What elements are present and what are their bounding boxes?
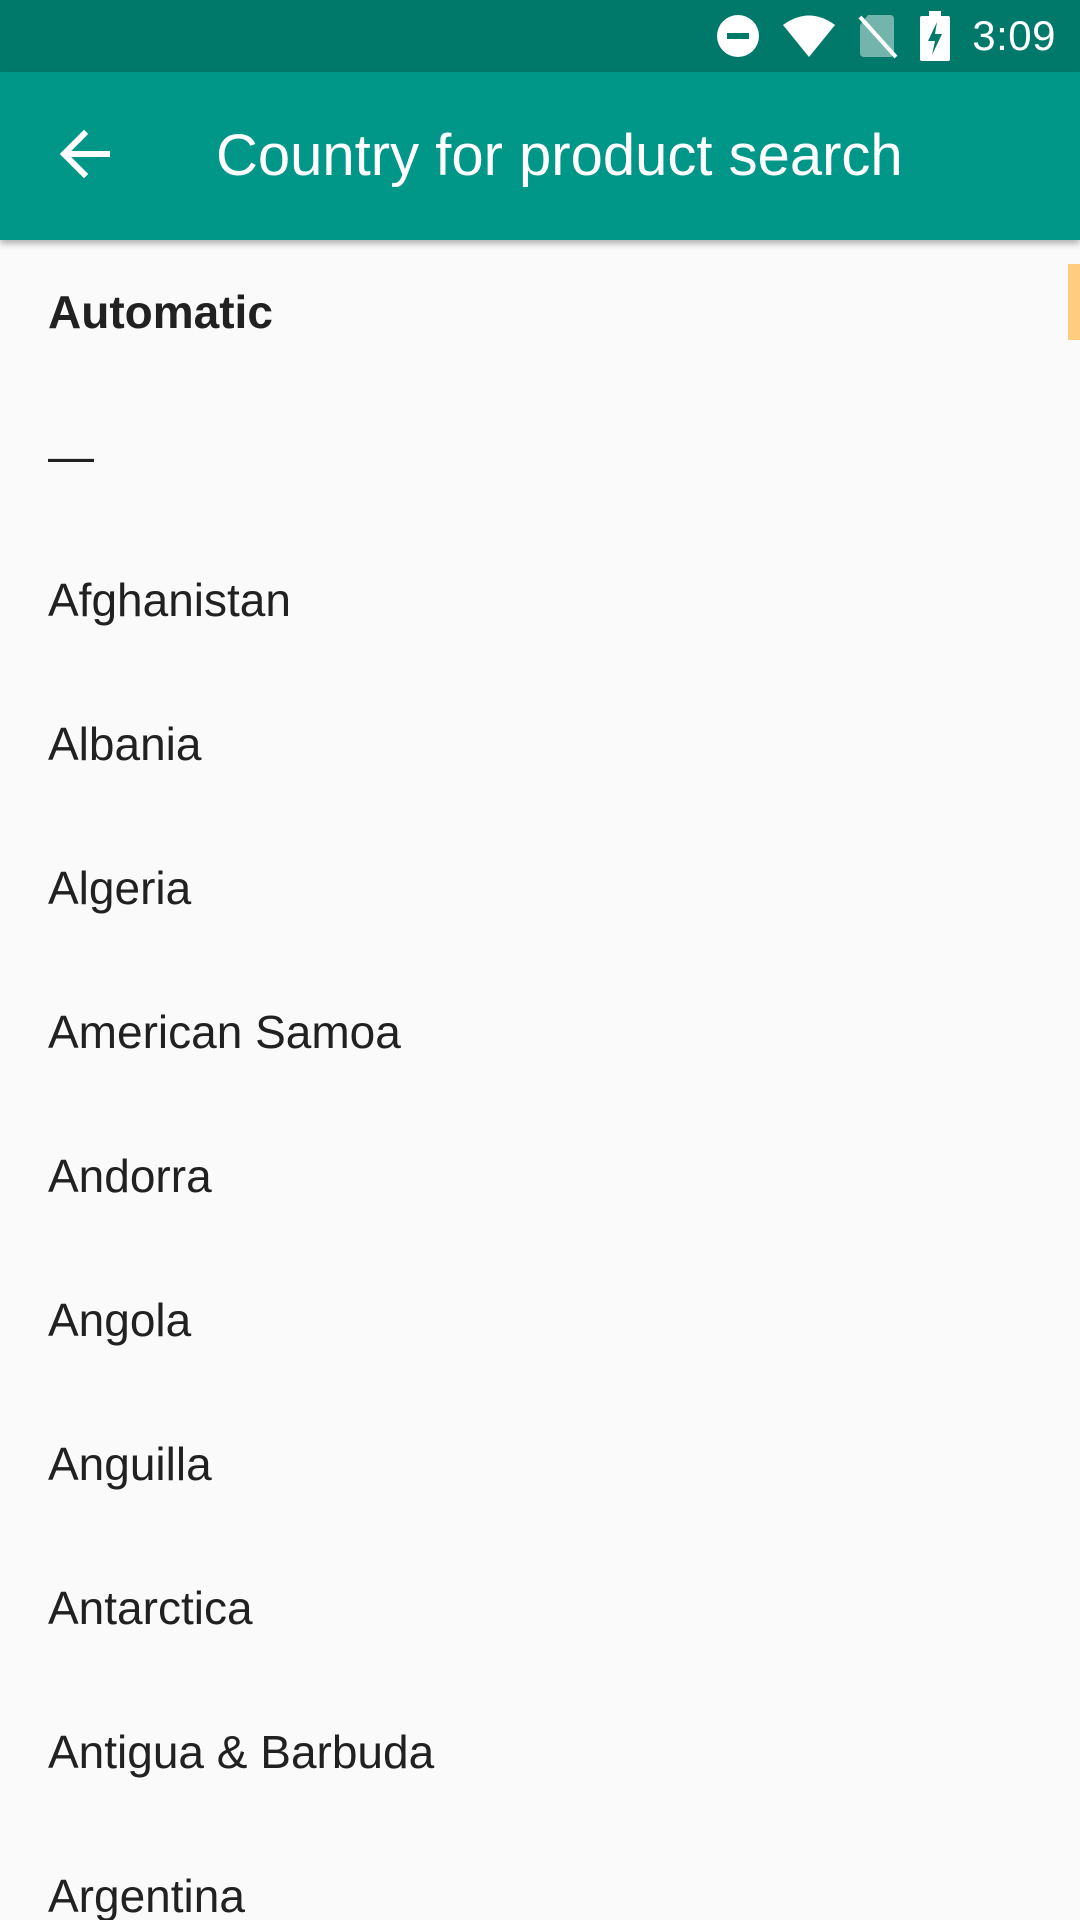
list-item-afghanistan[interactable]: Afghanistan	[0, 528, 1080, 672]
do-not-disturb-icon	[716, 14, 760, 58]
list-item-andorra[interactable]: Andorra	[0, 1104, 1080, 1248]
list-item-automatic[interactable]: Automatic	[0, 240, 1080, 384]
list-item-argentina[interactable]: Argentina	[0, 1824, 1080, 1920]
list-item-angola[interactable]: Angola	[0, 1248, 1080, 1392]
back-button[interactable]	[36, 108, 132, 204]
battery-charging-icon	[920, 11, 951, 61]
list-item-anguilla[interactable]: Anguilla	[0, 1392, 1080, 1536]
list-item-antarctica[interactable]: Antarctica	[0, 1536, 1080, 1680]
country-list[interactable]: Automatic — Afghanistan Albania Algeria …	[0, 240, 1080, 1920]
list-item-algeria[interactable]: Algeria	[0, 816, 1080, 960]
scrollbar-thumb[interactable]	[1068, 264, 1080, 340]
app-bar: Country for product search	[0, 72, 1080, 240]
wifi-icon	[782, 14, 836, 58]
arrow-back-icon	[58, 128, 111, 185]
list-item-albania[interactable]: Albania	[0, 672, 1080, 816]
status-time: 3:09	[972, 12, 1056, 59]
no-sim-icon	[858, 13, 898, 59]
page-title: Country for product search	[216, 123, 903, 188]
status-bar: 3:09	[0, 0, 1080, 72]
list-item-american-samoa[interactable]: American Samoa	[0, 960, 1080, 1104]
list-item-antigua-barbuda[interactable]: Antigua & Barbuda	[0, 1680, 1080, 1824]
list-item-none[interactable]: —	[0, 384, 1080, 528]
status-icons: 3:09	[694, 0, 1056, 72]
